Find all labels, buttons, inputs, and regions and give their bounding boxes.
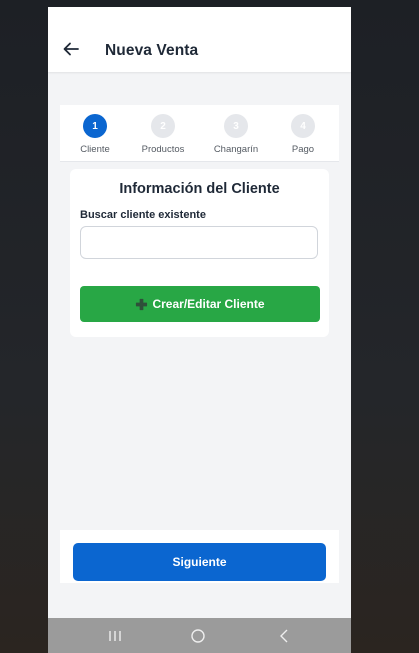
system-nav-bar [48,618,351,653]
step-label: Cliente [80,144,110,155]
search-client-input[interactable] [80,226,318,259]
home-icon [191,629,205,643]
step-productos[interactable]: 2 Productos [133,114,193,155]
step-label: Pago [291,144,315,155]
back-button[interactable] [62,40,80,58]
create-edit-client-label: Crear/Editar Cliente [152,297,265,311]
step-number: 4 [291,114,315,138]
client-info-card: Información del Cliente Buscar cliente e… [70,169,329,337]
plus-icon [136,298,148,310]
stepper: 1 Cliente 2 Productos 3 Changarín 4 Pago [60,105,339,162]
step-number: 2 [151,114,175,138]
step-changarin[interactable]: 3 Changarín [206,114,266,155]
step-cliente[interactable]: 1 Cliente [65,114,125,155]
step-number: 1 [83,114,107,138]
back-icon [280,629,288,643]
system-back-button[interactable] [274,626,294,646]
step-label: Productos [141,144,185,155]
home-button[interactable] [188,626,208,646]
page-title: Nueva Venta [105,42,199,59]
app-screen: Nueva Venta 1 Cliente 2 Productos 3 Chan… [48,7,351,653]
step-label: Changarín [213,144,259,155]
app-bar: Nueva Venta [48,7,351,72]
next-button[interactable]: Siguiente [73,543,326,581]
create-edit-client-button[interactable]: Crear/Editar Cliente [80,286,320,322]
card-title: Información del Cliente [119,181,280,197]
recent-apps-button[interactable] [105,626,125,646]
arrow-left-icon [63,42,79,56]
step-number: 3 [224,114,248,138]
search-client-label: Buscar cliente existente [80,209,206,221]
step-pago[interactable]: 4 Pago [273,114,333,155]
recent-apps-icon [109,631,121,641]
footer-bar: Siguiente [60,530,339,583]
